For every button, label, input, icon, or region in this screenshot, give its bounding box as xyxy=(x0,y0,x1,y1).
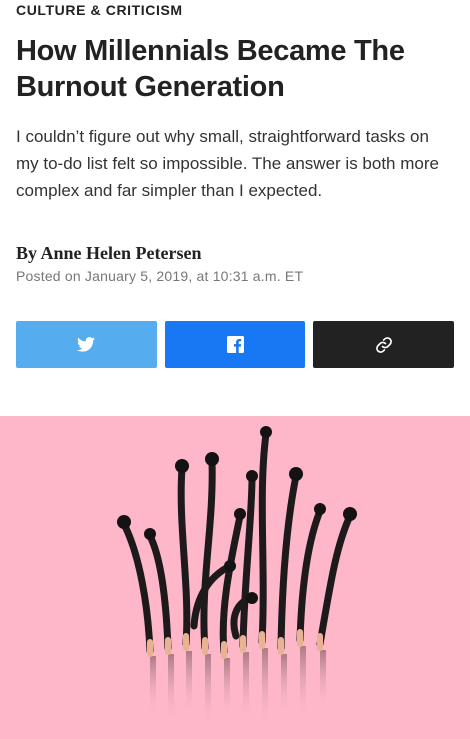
burnt-matches-image xyxy=(117,426,357,729)
posted-timestamp: Posted on January 5, 2019, at 10:31 a.m.… xyxy=(16,268,304,284)
facebook-f-icon xyxy=(226,336,244,353)
share-copy-link-button[interactable] xyxy=(313,321,455,368)
article-headline: How Millennials Became The Burnout Gener… xyxy=(16,35,405,103)
byline: By Anne Helen Petersen xyxy=(16,243,201,264)
hero-image xyxy=(0,416,470,739)
section-label[interactable]: CULTURE & CRITICISM xyxy=(16,2,183,18)
link-icon xyxy=(375,336,392,353)
share-twitter-button[interactable] xyxy=(16,321,157,368)
share-facebook-button[interactable] xyxy=(164,321,306,368)
author-link[interactable]: Anne Helen Petersen xyxy=(41,243,202,263)
share-bar xyxy=(16,321,455,368)
article-dek: I couldn’t figure out why small, straigh… xyxy=(16,127,439,200)
byline-prefix: By xyxy=(16,243,41,263)
twitter-bird-icon xyxy=(77,337,96,352)
